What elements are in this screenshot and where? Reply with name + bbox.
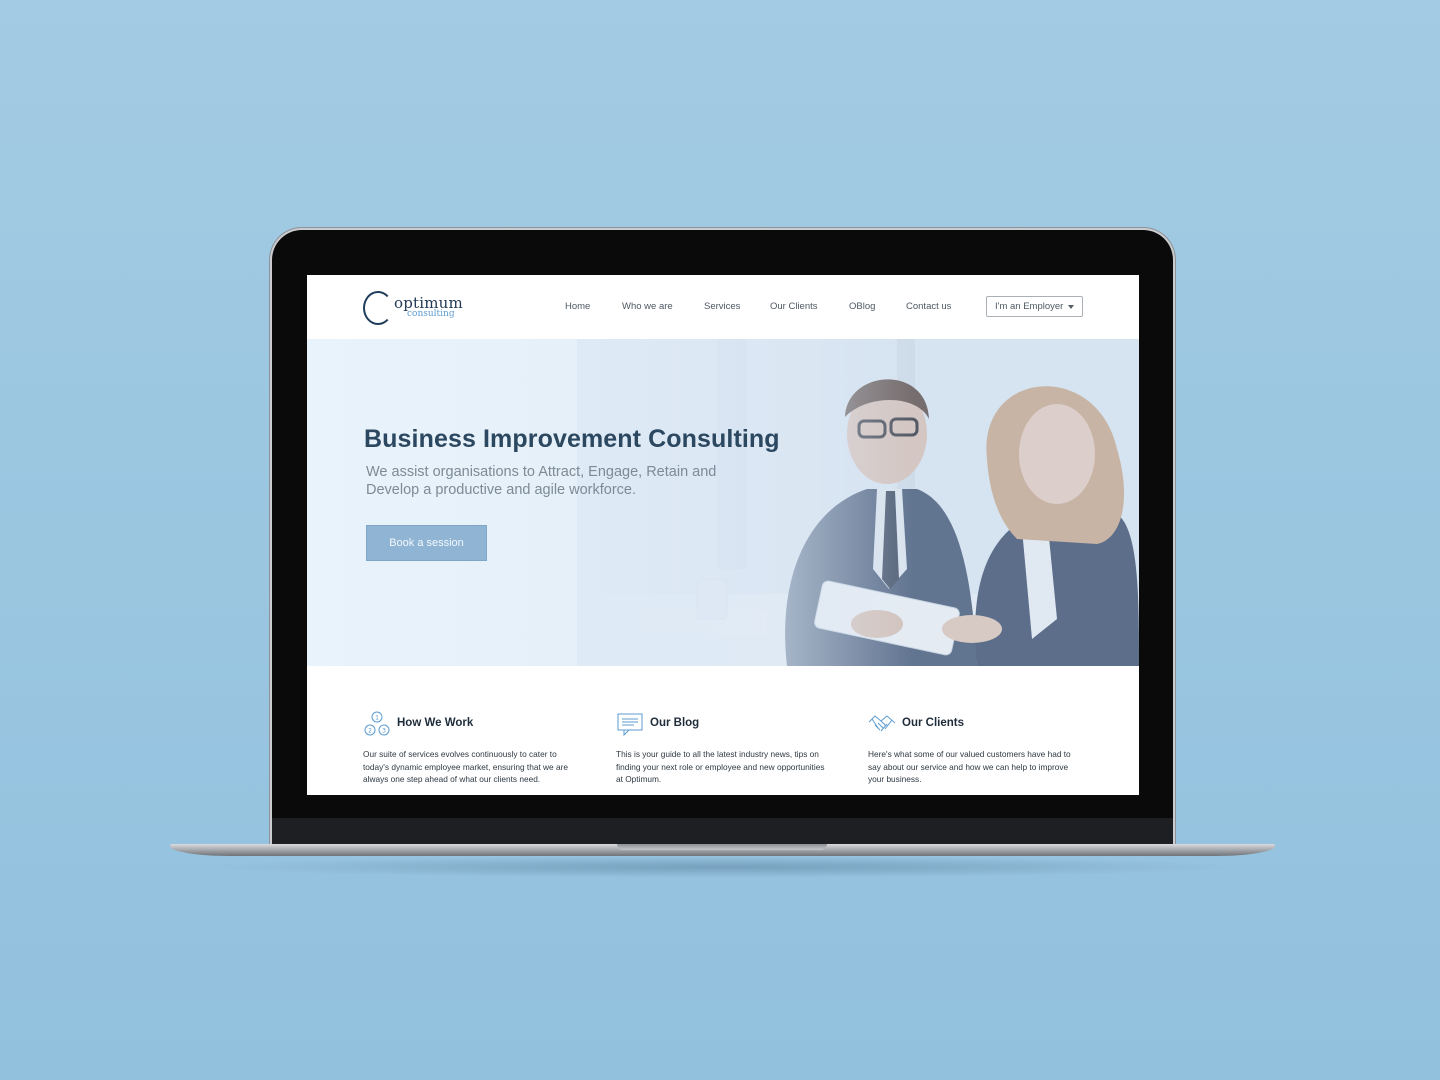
chat-bubble-icon	[617, 713, 643, 737]
laptop-hinge-notch	[617, 844, 827, 850]
logo-tagline: consulting	[407, 309, 455, 319]
laptop-shadow	[200, 856, 1245, 878]
svg-text:3: 3	[382, 728, 386, 735]
hero-title: Business Improvement Consulting	[364, 425, 780, 453]
nav-contact-us[interactable]: Contact us	[906, 301, 951, 312]
feature-text: This is your guide to all the latest ind…	[616, 749, 825, 785]
employer-dropdown-label: I'm an Employer	[995, 301, 1064, 312]
nav-who-we-are[interactable]: Who we are	[622, 301, 673, 312]
logo[interactable]: optimum consulting	[363, 291, 463, 325]
book-session-button[interactable]: Book a session	[366, 525, 487, 561]
hero-business-people-image	[577, 339, 1139, 666]
laptop-screen: optimum consulting Home Who we are Servi…	[307, 275, 1139, 795]
svg-text:1: 1	[375, 715, 379, 722]
hero-subtitle: We assist organisations to Attract, Enga…	[366, 464, 717, 498]
feature-our-clients: Our Clients Here's what some of our valu…	[868, 666, 1088, 795]
caret-down-icon	[1068, 305, 1074, 309]
svg-text:2: 2	[368, 728, 372, 735]
handshake-icon	[868, 715, 896, 732]
feature-our-blog: Our Blog This is your guide to all the l…	[616, 666, 836, 795]
feature-title[interactable]: How We Work	[397, 717, 473, 729]
employer-dropdown[interactable]: I'm an Employer	[986, 296, 1083, 317]
nav-oblog[interactable]: OBlog	[849, 301, 875, 312]
feature-title[interactable]: Our Clients	[902, 717, 964, 729]
nav-services[interactable]: Services	[704, 301, 740, 312]
feature-text: Our suite of services evolves continuous…	[363, 749, 568, 785]
hero-section: Business Improvement Consulting We assis…	[307, 339, 1139, 666]
feature-text: Here's what some of our valued customers…	[868, 749, 1071, 785]
nav-our-clients[interactable]: Our Clients	[770, 301, 818, 312]
numbered-circles-icon: 1 2 3	[364, 711, 390, 736]
feature-title[interactable]: Our Blog	[650, 717, 699, 729]
laptop-lid: optimum consulting Home Who we are Servi…	[272, 230, 1173, 846]
nav-home[interactable]: Home	[565, 301, 590, 312]
site-header: optimum consulting Home Who we are Servi…	[307, 275, 1139, 339]
features-section: 1 2 3 How We Work Our suite of services …	[307, 666, 1139, 795]
laptop-bezel-bottom	[272, 818, 1173, 846]
feature-how-we-work: 1 2 3 How We Work Our suite of services …	[363, 666, 583, 795]
logo-ring-icon	[363, 291, 393, 325]
laptop-base	[170, 844, 1275, 856]
